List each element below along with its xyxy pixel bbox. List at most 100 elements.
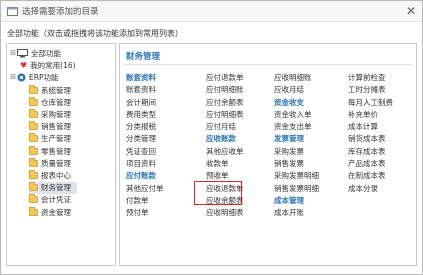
tree-module-label: 质量管理: [41, 158, 71, 168]
folder-icon: [29, 169, 38, 179]
function-item[interactable]: 应付退款单: [206, 72, 244, 84]
function-item[interactable]: 成本开账: [274, 207, 319, 219]
function-item[interactable]: 销售发票: [274, 158, 319, 170]
function-item[interactable]: 产品成本表: [348, 158, 393, 170]
folder-icon: [29, 121, 38, 131]
function-item[interactable]: 销货成本表: [348, 133, 393, 145]
app-icon: [7, 6, 18, 16]
function-item[interactable]: 应付明细表: [206, 109, 244, 121]
title-bar: 选择需要添加的目录 ✕: [1, 1, 422, 22]
content-header: 财务管理: [126, 52, 161, 62]
function-item[interactable]: 资金收入单: [274, 109, 319, 121]
instruction-text: 全部功能（双击或拖拽将该功能添加到常用列表）: [7, 29, 183, 38]
tree-module-item[interactable]: 系统管理: [29, 84, 77, 96]
function-item[interactable]: 计算前检查: [348, 72, 393, 84]
category-label: 应收账款: [206, 134, 236, 144]
column-3: 应收明细账 应收月结 资金收支资金收入单 资金支出单 发票管理采购发票 销售发票 采购发票明…: [274, 72, 319, 220]
tree-module-label: 生产管理: [41, 134, 71, 144]
function-item[interactable]: 应收明细表: [206, 207, 244, 219]
function-item[interactable]: 成本分录: [348, 183, 393, 195]
function-item[interactable]: 分类报税: [126, 121, 164, 133]
tree-module-item[interactable]: 采购管理: [29, 108, 77, 120]
divider: [124, 64, 412, 65]
tree-module-label: 报表中心: [41, 170, 71, 180]
collapse-icon[interactable]: ⊟: [9, 49, 17, 57]
collapse-icon[interactable]: ⊟: [9, 73, 17, 81]
tree-module-label: 采购管理: [41, 109, 71, 119]
tree-item-label: ERP功能: [29, 72, 59, 82]
tree-item-favorites[interactable]: ♥ 我的常用(16): [20, 59, 76, 71]
function-item[interactable]: 应收月结: [274, 84, 319, 96]
close-icon[interactable]: ✕: [406, 4, 416, 18]
tree-module-label: 零售管理: [41, 146, 71, 156]
tree-module-label: 会计凭证: [41, 195, 71, 205]
tree-module-item[interactable]: 质量管理: [29, 157, 77, 169]
folder-icon: [29, 206, 38, 216]
function-item[interactable]: 收款单: [206, 158, 244, 170]
function-item[interactable]: 采购发票: [274, 146, 319, 158]
tree-item-label: 我的常用(16): [30, 60, 76, 70]
function-item[interactable]: 资金支出单: [274, 121, 319, 133]
tree-module-item[interactable]: 财务管理: [29, 181, 77, 194]
function-item[interactable]: 付款单: [126, 195, 164, 207]
folder-icon: [29, 157, 38, 167]
function-item[interactable]: 应付月结: [206, 121, 244, 133]
function-item[interactable]: 在制成本表: [348, 170, 393, 182]
highlight-box: [194, 181, 242, 205]
function-item[interactable]: 预付单: [126, 207, 164, 219]
folder-icon: [29, 133, 38, 143]
tree-module-label: 销售管理: [41, 122, 71, 132]
dialog-window: 选择需要添加的目录 ✕ 全部功能（双击或拖拽将该功能添加到常用列表） ⊟ 全部功…: [0, 0, 423, 275]
function-item[interactable]: 其他应收单: [206, 146, 244, 158]
folder-icon: [29, 194, 38, 204]
tree-module-label: 仓库管理: [41, 97, 71, 107]
function-tree: ⊟ 全部功能 ♥ 我的常用(16) ⊟ ERP功能 系统管理仓库管理采购管理销售…: [6, 43, 116, 266]
category-label: 应付账款: [126, 171, 156, 181]
tree-module-item[interactable]: 资金管理: [29, 206, 77, 218]
function-item[interactable]: 工时分摊表: [348, 84, 393, 96]
tree-module-item[interactable]: 销售管理: [29, 121, 77, 133]
function-item[interactable]: 其他应付单: [126, 183, 164, 195]
heart-icon: ♥: [20, 60, 28, 70]
tree-module-item[interactable]: 仓库管理: [29, 96, 77, 108]
erp-icon: [17, 73, 26, 81]
function-item[interactable]: 应付余额表: [206, 97, 244, 109]
function-item[interactable]: 采购发票明细: [274, 170, 319, 182]
folder-icon: [29, 145, 38, 155]
function-item[interactable]: 应收明细账: [274, 72, 319, 84]
category-label: 成本管理: [274, 195, 304, 205]
function-item[interactable]: 应付明细账: [206, 84, 244, 96]
function-item[interactable]: 补充单价: [348, 109, 393, 121]
category-label: 发票管理: [274, 134, 304, 144]
function-item[interactable]: 账套资料: [126, 84, 164, 96]
tree-module-label: 财务管理: [41, 183, 71, 193]
tree-module-item[interactable]: 报表中心: [29, 169, 77, 181]
category-label: 资金收支: [274, 97, 304, 107]
function-item[interactable]: 项目资料: [126, 158, 164, 170]
folder-icon: [29, 182, 38, 192]
monitor-icon: [17, 48, 28, 57]
function-content: 财务管理 账套资料 账套资料 会计期间 费用类型 分类报税 分类管理 凭证查回 项目资料 应付账…: [119, 43, 417, 266]
tree-module-label: 系统管理: [41, 85, 71, 95]
function-item[interactable]: 分类管理: [126, 133, 164, 145]
folder-icon: [29, 96, 38, 106]
tree-module-label: 资金管理: [41, 207, 71, 217]
function-item[interactable]: 会计期间: [126, 97, 164, 109]
function-item[interactable]: 成本计算: [348, 121, 393, 133]
function-item[interactable]: 凭证查回: [126, 146, 164, 158]
window-title: 选择需要添加的目录: [22, 7, 99, 17]
folder-icon: [29, 108, 38, 118]
folder-icon: [29, 84, 38, 94]
tree-root[interactable]: ⊟ 全部功能: [9, 47, 61, 59]
function-item[interactable]: 库存成本表: [348, 146, 393, 158]
tree-module-item[interactable]: 零售管理: [29, 145, 77, 157]
function-item[interactable]: 销售发票明细: [274, 183, 319, 195]
tree-module-item[interactable]: 生产管理: [29, 133, 77, 145]
tree-module-item[interactable]: 会计凭证: [29, 194, 77, 206]
category-label: 账套资料: [126, 73, 156, 82]
tree-root-label: 全部功能: [31, 48, 61, 58]
column-4: 计算前检查 工时分摊表 每月人工制费 补充单价 成本计算 销货成本表 库存成本表 产品成本表在…: [348, 72, 393, 195]
function-item[interactable]: 费用类型: [126, 109, 164, 121]
tree-item-erp[interactable]: ⊟ ERP功能: [9, 71, 58, 83]
function-item[interactable]: 每月人工制费: [348, 97, 393, 109]
